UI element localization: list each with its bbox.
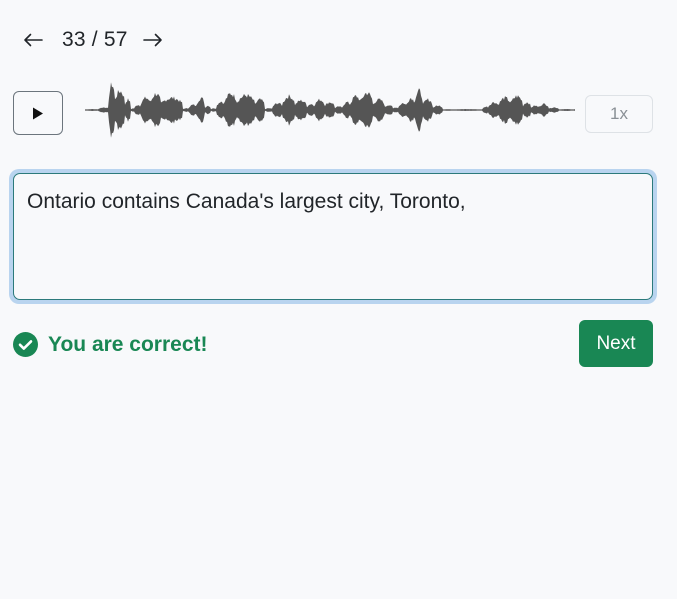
waveform[interactable]	[85, 75, 575, 145]
audio-player: 1x	[13, 82, 653, 138]
next-page-button[interactable]	[140, 26, 166, 54]
feedback: You are correct!	[13, 332, 208, 357]
pager: 33 / 57	[20, 26, 166, 54]
answer-input[interactable]	[13, 173, 653, 300]
page-counter: 33 / 57	[62, 28, 128, 51]
answer-focus-ring	[9, 169, 657, 304]
play-button[interactable]	[13, 91, 63, 135]
play-icon	[33, 107, 43, 119]
feedback-message: You are correct!	[48, 332, 208, 356]
arrow-left-icon	[24, 33, 43, 47]
playback-speed-button[interactable]: 1x	[585, 95, 653, 133]
arrow-right-icon	[142, 33, 162, 47]
page: 33 / 57 1x You are correct! Next	[0, 0, 677, 599]
prev-button[interactable]	[20, 26, 46, 54]
next-button[interactable]: Next	[579, 320, 653, 367]
check-circle-icon	[13, 332, 38, 357]
